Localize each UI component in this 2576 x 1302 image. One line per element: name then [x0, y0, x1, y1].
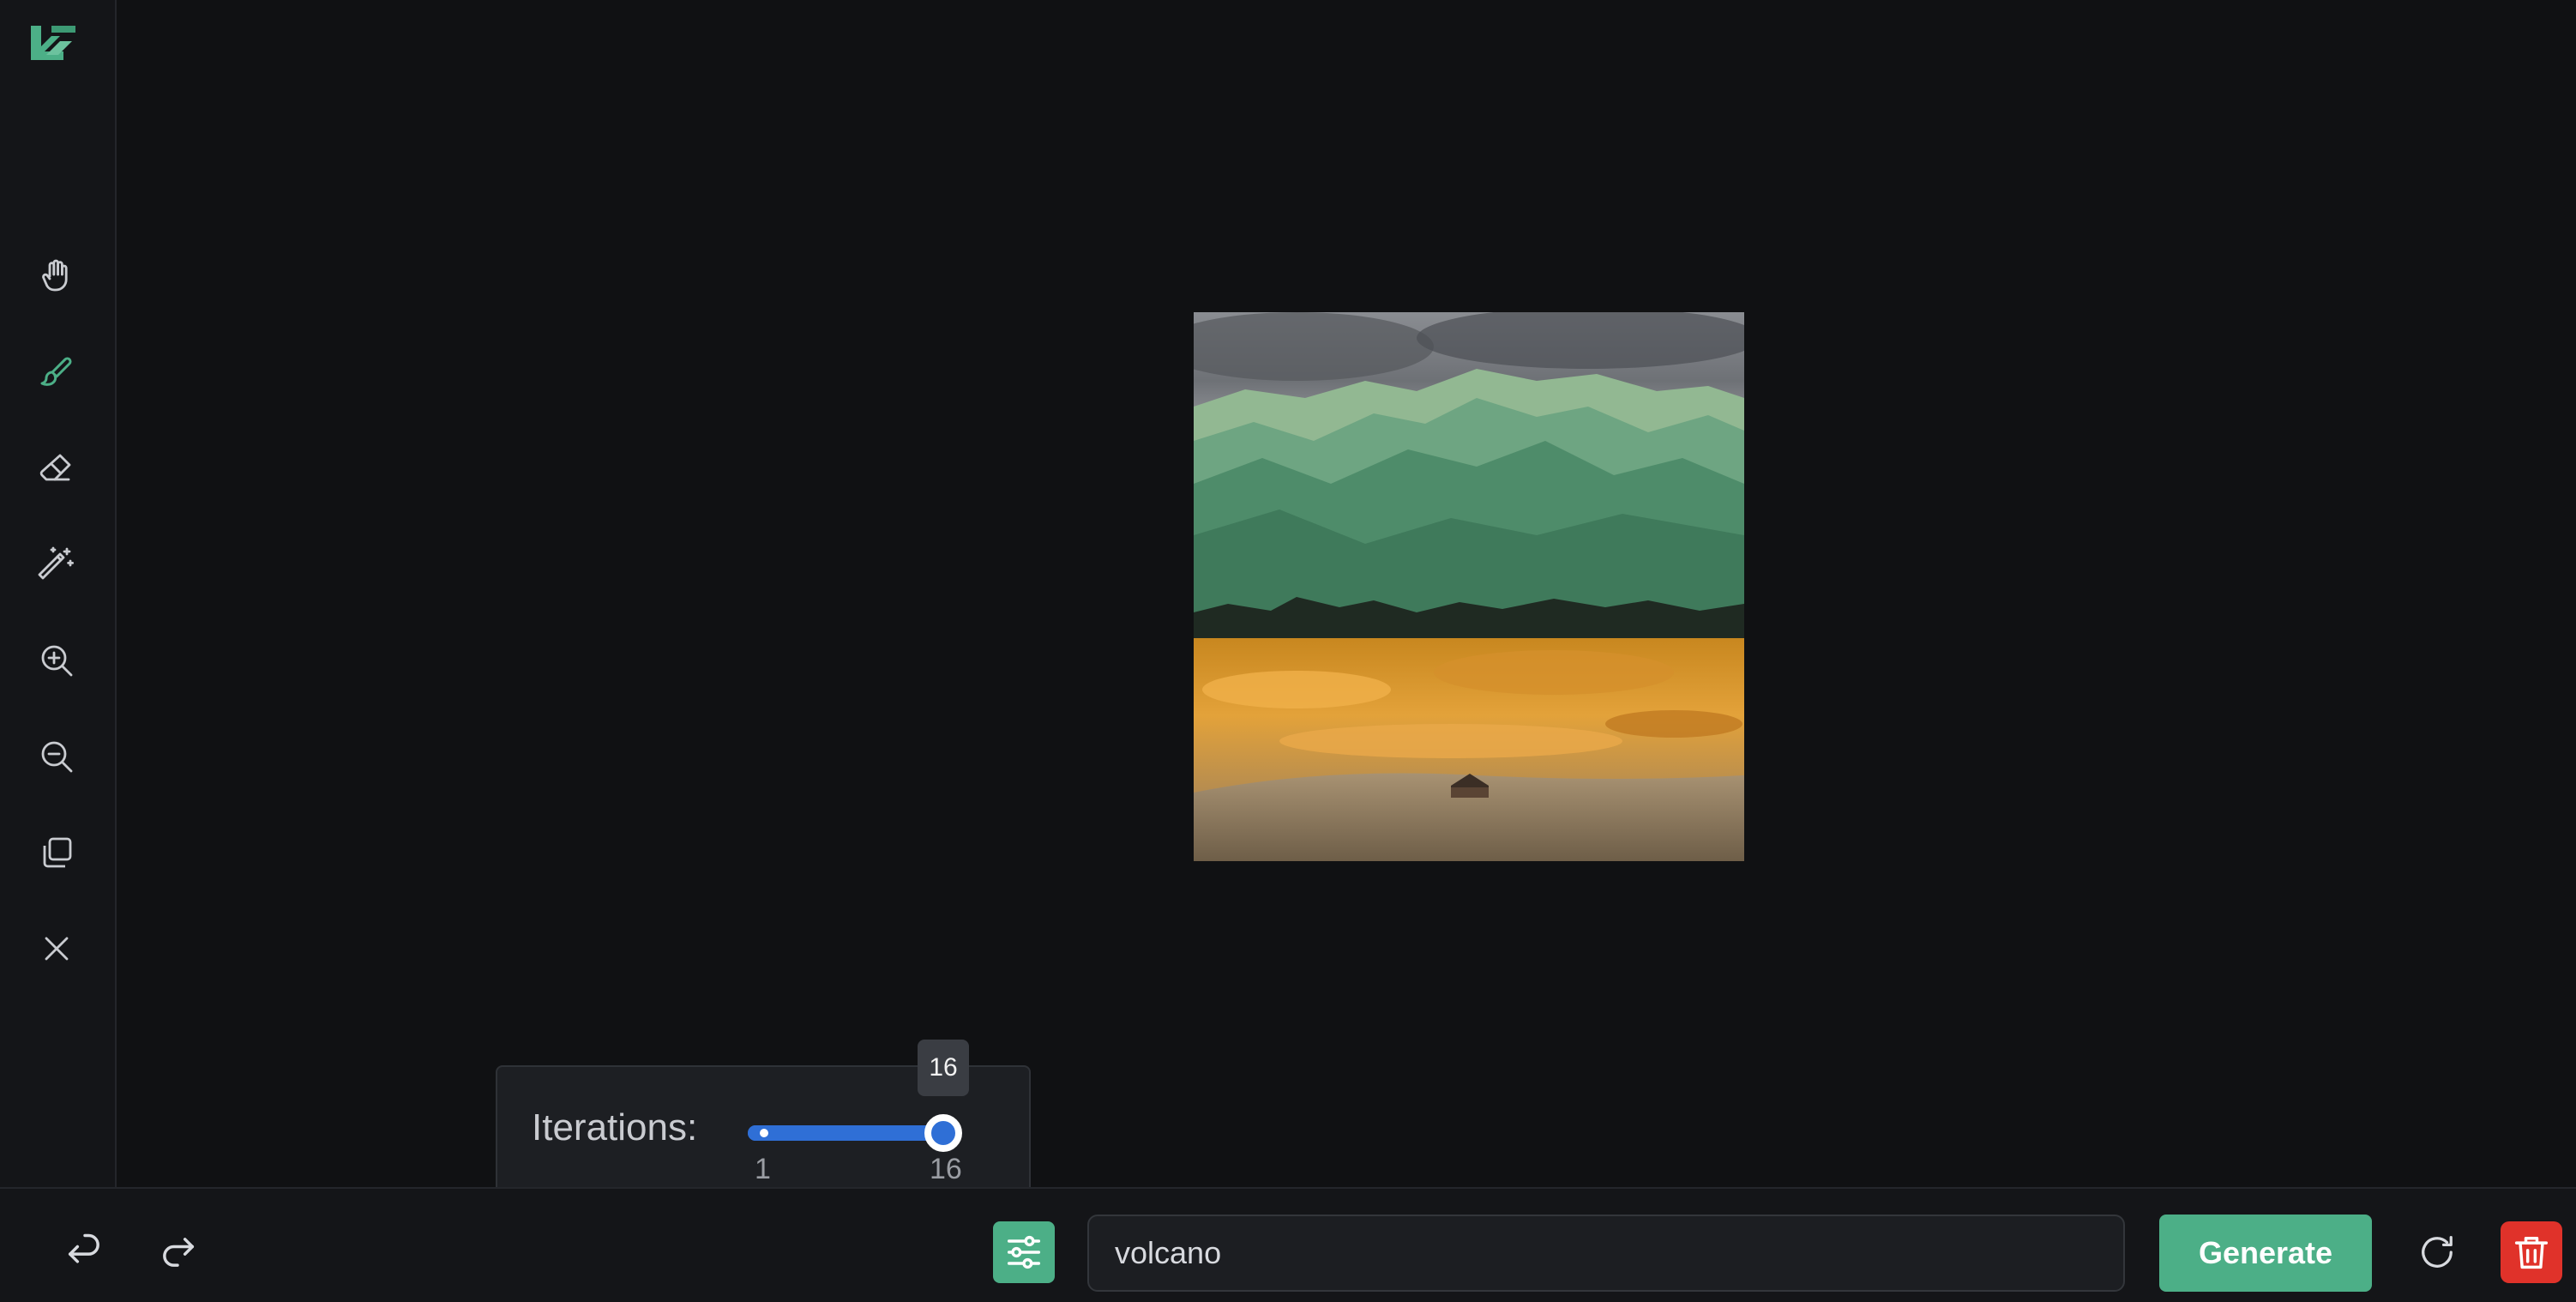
- tool-sidebar: [0, 0, 117, 1187]
- undo-button[interactable]: [55, 1225, 115, 1280]
- generate-button[interactable]: Generate: [2159, 1215, 2372, 1292]
- delete-button[interactable]: [2501, 1221, 2562, 1283]
- tool-close[interactable]: [24, 916, 89, 981]
- zoom-out-icon: [41, 741, 73, 773]
- sliders-icon: [1007, 1235, 1041, 1269]
- eraser-icon: [39, 454, 71, 481]
- tool-brush[interactable]: [24, 340, 89, 405]
- slider-min-label: 1: [755, 1153, 771, 1185]
- copy-icon: [43, 837, 72, 868]
- tool-pan[interactable]: [24, 244, 89, 309]
- tool-copy[interactable]: [24, 820, 89, 885]
- slider-fill: [748, 1125, 943, 1141]
- brand-logo-icon: [26, 21, 81, 69]
- prompt-input[interactable]: [1087, 1215, 2125, 1292]
- close-icon: [45, 937, 69, 961]
- brush-icon: [40, 357, 72, 386]
- tool-magic-wand[interactable]: [24, 532, 89, 597]
- tool-zoom-out[interactable]: [24, 724, 89, 789]
- iterations-label: Iterations:: [532, 1106, 698, 1148]
- trash-icon: [2514, 1237, 2549, 1269]
- undo-icon: [68, 1233, 99, 1263]
- refresh-icon: [2422, 1236, 2453, 1268]
- iterations-popover: Iterations: 16 1 16: [496, 1040, 1031, 1204]
- redo-button[interactable]: [147, 1225, 208, 1280]
- canvas-image[interactable]: [1194, 312, 1744, 861]
- bottom-bar: Generate: [0, 1187, 2576, 1302]
- iterations-slider[interactable]: 16: [748, 1040, 969, 1152]
- tool-zoom-in[interactable]: [24, 628, 89, 693]
- magic-wand-icon: [38, 546, 74, 580]
- slider-value-tooltip: 16: [918, 1040, 969, 1096]
- editor-canvas[interactable]: [118, 0, 2576, 1187]
- slider-min-dot: [760, 1129, 768, 1137]
- settings-button[interactable]: [993, 1221, 1055, 1283]
- refresh-button[interactable]: [2410, 1225, 2465, 1280]
- zoom-in-icon: [41, 645, 73, 677]
- slider-thumb[interactable]: [924, 1114, 962, 1152]
- slider-max-label: 16: [930, 1153, 962, 1185]
- tool-eraser[interactable]: [24, 436, 89, 501]
- redo-icon: [163, 1238, 195, 1267]
- hand-icon: [42, 259, 68, 292]
